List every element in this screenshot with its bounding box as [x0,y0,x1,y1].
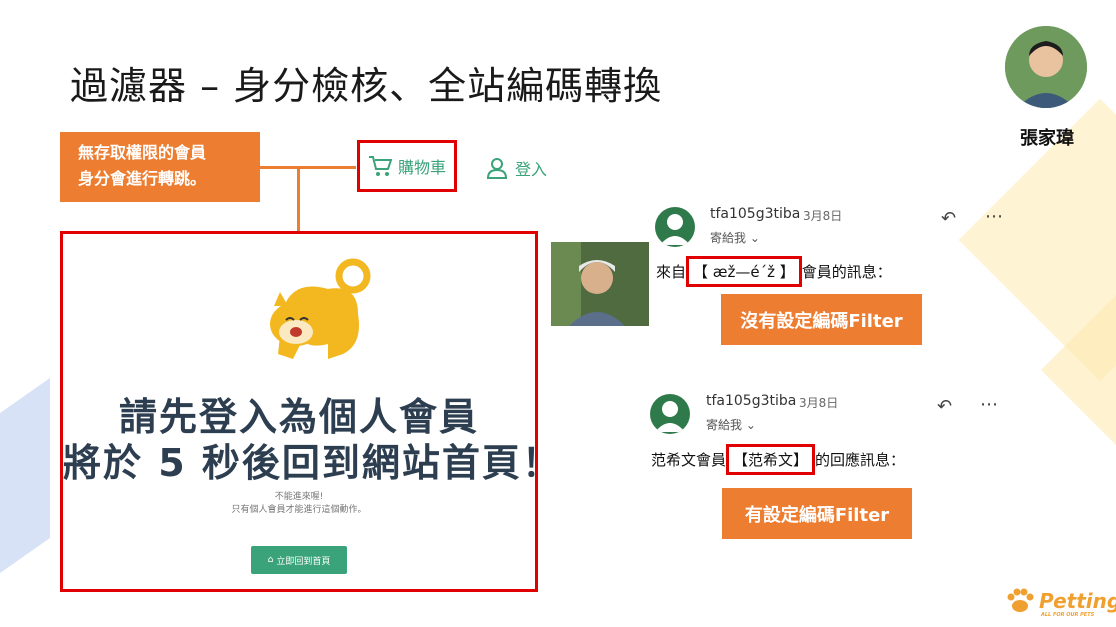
more-icon[interactable]: ⋯ [985,206,1003,227]
email-message: 來自【 æž—é´ž 】會員的訊息： [656,256,892,287]
message-suffix: 的回應訊息： [815,451,906,469]
note-line-1: 不能進來喔! [274,492,324,502]
correct-name-highlight: 【范希文】 [726,444,816,475]
logo-text: Petting [1039,589,1116,613]
decorative-blue-shape [0,377,50,623]
home-button-label: 立即回到首頁 [276,556,331,567]
person-photo-icon [551,242,649,326]
note-line-2: 只有個人會員才能進行這個動作。 [231,505,367,515]
reply-icon[interactable]: ↶ [937,396,952,417]
presenter-name: 張家瑋 [1020,128,1074,149]
sender-avatar [655,207,695,247]
connector-line-vertical [297,168,300,232]
recipient-label: 寄給我 [706,418,743,432]
reply-icon[interactable]: ↶ [941,208,956,229]
callout-box: 無存取權限的會員 身分會進行轉跳。 [60,132,260,202]
connector-line [260,166,356,169]
email-date: 3月8日 [803,209,843,223]
email-recipient-dropdown[interactable]: 寄給我 ⌄ [706,416,756,433]
member-photo [551,242,649,326]
message-suffix: 會員的訊息： [801,263,892,281]
person-icon [655,401,685,432]
login-required-panel: 請先登入為個人會員 將於 5 秒後回到網站首頁！ 不能進來喔! 只有個人會員才能… [60,231,562,592]
nav-cart-link[interactable]: 購物車 [357,140,457,192]
recipient-label: 寄給我 [710,231,747,245]
user-icon [486,158,508,179]
slide-title: 過濾器 – 身分檢核、全站編碼轉換 [70,64,663,108]
nav-login-link[interactable]: 登入 [485,148,547,188]
headline-line-2: 將於 5 秒後回到網站首頁！ [63,441,562,485]
callout-line-1: 無存取權限的會員 [78,143,207,162]
cart-icon [368,156,392,176]
logo-tagline: ALL FOR OUR PETS [1041,612,1095,618]
chevron-down-icon: ⌄ [749,231,760,245]
login-label: 登入 [515,160,548,179]
garbled-name-highlight: 【 æž—é´ž 】 [686,256,802,287]
person-photo-icon [1005,26,1087,108]
callout-line-2: 身分會進行轉跳。 [78,169,207,188]
email-message: 范希文會員 【范希文】 的回應訊息： [651,444,905,475]
petting-logo: Petting ALL FOR OUR PETS [1005,588,1116,618]
person-icon [660,214,690,245]
with-encoding-filter-label: 有設定編碼Filter [722,488,912,539]
cart-label: 購物車 [397,158,446,177]
email-date: 3月8日 [799,396,839,410]
no-encoding-filter-label: 沒有設定編碼Filter [721,294,922,345]
more-icon[interactable]: ⋯ [980,394,998,415]
presenter-avatar [1005,26,1087,108]
sender-avatar [650,394,690,434]
chevron-down-icon: ⌄ [745,418,756,432]
home-icon: ⌂ [267,555,274,565]
email-recipient-dropdown[interactable]: 寄給我 ⌄ [710,229,760,246]
paw-icon [1007,588,1034,612]
message-prefix: 來自 [656,263,687,281]
email-sender: tfa105g3tiba [706,393,797,409]
email-sender: tfa105g3tiba [710,206,801,222]
back-home-button[interactable]: ⌂ 立即回到首頁 [251,546,347,574]
message-prefix: 范希文會員 [651,451,727,469]
shiba-dog-illustration [270,258,371,359]
